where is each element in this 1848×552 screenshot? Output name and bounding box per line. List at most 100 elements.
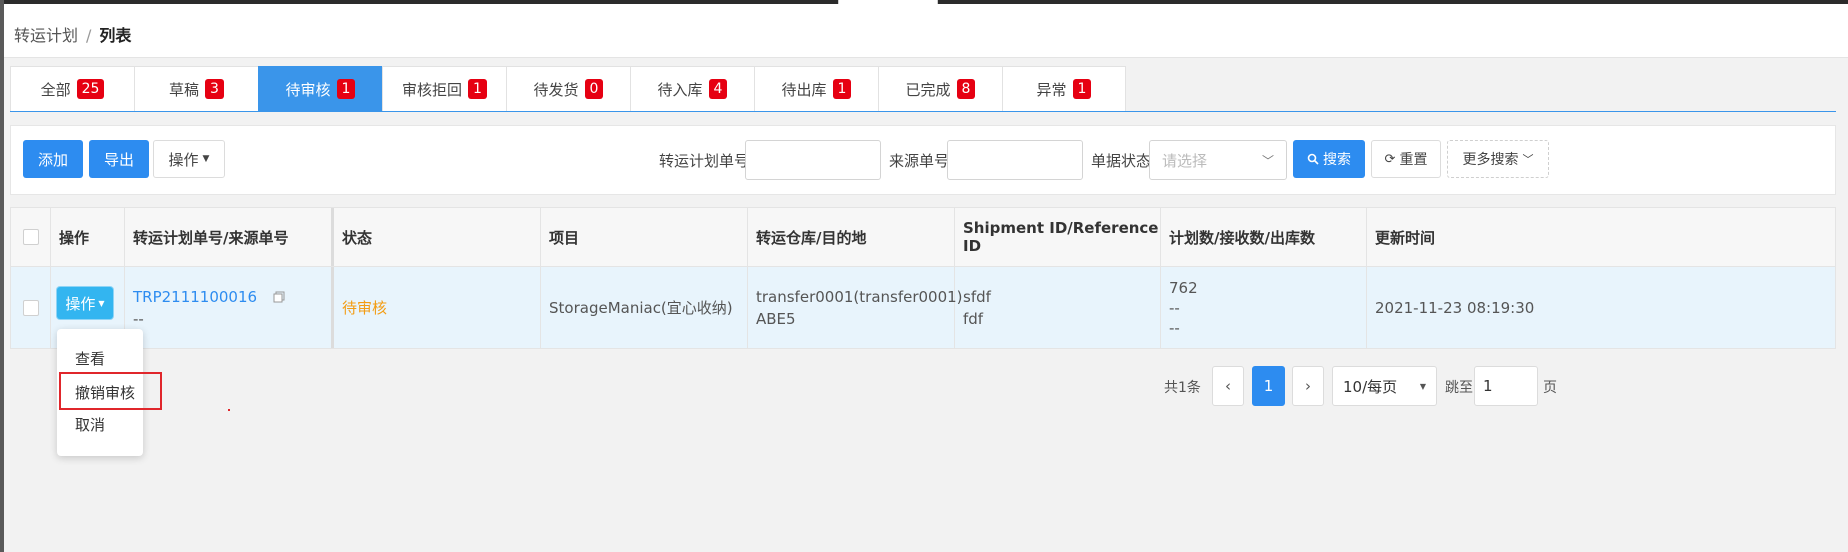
destination-value: ABE5: [756, 309, 796, 328]
source-number-label: 来源单号: [889, 152, 950, 170]
breadcrumb-parent[interactable]: 转运计划: [14, 26, 78, 45]
count-badge: 0: [584, 79, 604, 99]
chevron-down-icon: ﹀: [1522, 153, 1534, 166]
plan-number-input[interactable]: [745, 140, 881, 180]
shipment-id-value: sfdf: [963, 287, 991, 306]
caret-down-icon: ▼: [1419, 381, 1426, 391]
operations-dropdown-button[interactable]: 操作 ▼: [153, 140, 225, 178]
source-number-value: --: [133, 309, 144, 328]
reset-button[interactable]: ⟳ 重置: [1371, 140, 1441, 178]
plan-number-label: 转运计划单号: [659, 152, 750, 170]
reference-id-value: fdf: [963, 309, 984, 328]
row-operations-label: 操作: [65, 294, 96, 313]
header-plan-number: 转运计划单号/来源单号: [125, 208, 333, 266]
left-window-edge: [0, 0, 4, 552]
add-button[interactable]: 添加: [23, 140, 83, 178]
count-badge: 1: [336, 79, 356, 99]
received-count-value: --: [1169, 298, 1180, 317]
transfer-plan-table: 操作 转运计划单号/来源单号 状态 项目 转运仓库/目的地 Shipment I…: [10, 207, 1836, 349]
tab-pending-outbound[interactable]: 待出库 1: [754, 66, 878, 112]
refresh-icon: ⟳: [1384, 151, 1396, 167]
tabs-underline: [10, 111, 1836, 112]
count-badge: 4: [708, 79, 728, 99]
status-select[interactable]: 请选择 ﹀: [1149, 140, 1287, 180]
more-search-label: 更多搜索: [1462, 152, 1519, 168]
highlight-annotation-box: [59, 372, 162, 410]
tab-label: 审核拒回: [402, 80, 463, 99]
more-search-button[interactable]: 更多搜索 ﹀: [1447, 140, 1549, 178]
tab-completed[interactable]: 已完成 8: [878, 66, 1002, 112]
header-status: 状态: [334, 208, 541, 266]
planned-count-value: 762: [1169, 278, 1198, 297]
plan-number-link[interactable]: TRP2111100016: [133, 287, 257, 307]
status-select-placeholder: 请选择: [1162, 151, 1208, 170]
search-label: 搜索: [1323, 152, 1351, 168]
page-1-button[interactable]: 1: [1252, 366, 1285, 406]
tab-pending-ship[interactable]: 待发货 0: [506, 66, 630, 112]
header-shipment-id: Shipment ID/Reference ID: [955, 208, 1161, 266]
row-quantities-cell: 762 -- --: [1161, 267, 1367, 348]
tab-label: 已完成: [905, 80, 951, 99]
count-badge: 1: [832, 79, 852, 99]
tab-label: 待出库: [781, 80, 827, 99]
jump-page-input[interactable]: 1: [1474, 366, 1538, 406]
header-operation: 操作: [51, 208, 125, 266]
total-count: 共1条: [1164, 380, 1201, 396]
count-badge: 1: [468, 79, 487, 99]
table-row[interactable]: TRP2111100016 -- 待审核 StorageManiac(宜心收纳)…: [11, 267, 1835, 348]
tab-label: 待发货: [533, 80, 579, 99]
chevron-right-icon: ›: [1305, 377, 1311, 395]
tab-draft[interactable]: 草稿 3: [134, 66, 258, 112]
row-checkbox[interactable]: [22, 299, 39, 316]
count-badge: 8: [956, 79, 976, 99]
tab-label: 待入库: [657, 80, 703, 99]
table-header: 操作 转运计划单号/来源单号 状态 项目 转运仓库/目的地 Shipment I…: [11, 208, 1835, 267]
breadcrumb: 转运计划 / 列表: [14, 22, 131, 46]
row-shipment-cell: sfdf fdf: [955, 267, 1161, 348]
status-value: 待审核: [342, 299, 388, 317]
menu-item-view[interactable]: 查看: [75, 348, 105, 369]
header-checkbox-cell: [11, 208, 51, 266]
prev-page-button[interactable]: ‹: [1212, 366, 1244, 406]
caret-down-icon: ▼: [98, 298, 105, 308]
header-updated-time: 更新时间: [1375, 228, 1436, 247]
copy-icon[interactable]: [273, 291, 285, 303]
tab-exception[interactable]: 异常 1: [1002, 66, 1126, 112]
shipped-count-value: --: [1169, 318, 1180, 337]
search-button[interactable]: 搜索: [1293, 140, 1365, 178]
tab-label: 全部: [40, 80, 71, 99]
updated-time-value: 2021-11-23 08:19:30: [1375, 298, 1535, 317]
tab-label: 异常: [1036, 80, 1067, 99]
export-button[interactable]: 导出: [89, 140, 149, 178]
header-quantities: 计划数/接收数/出库数: [1161, 208, 1367, 266]
tab-label: 草稿: [169, 80, 200, 99]
tab-pending-review[interactable]: 待审核 1: [258, 66, 382, 112]
search-icon: [1307, 153, 1319, 165]
source-number-input[interactable]: [947, 140, 1083, 180]
page-size-select[interactable]: 10/每页 ▼: [1332, 366, 1437, 406]
jump-label: 跳至: [1445, 380, 1473, 396]
select-all-checkbox[interactable]: [22, 229, 39, 245]
row-checkbox-cell: [11, 267, 51, 348]
page-size-value: 10/每页: [1343, 377, 1398, 396]
page-unit-label: 页: [1543, 380, 1557, 396]
tab-rejected[interactable]: 审核拒回 1: [382, 66, 506, 112]
tab-all[interactable]: 全部 25: [10, 66, 134, 112]
filter-toolbar: 添加 导出 操作 ▼ 转运计划单号 来源单号 单据状态 请选择 ﹀ 搜索 ⟳ 重…: [10, 125, 1836, 195]
count-badge: 25: [76, 79, 105, 99]
row-operations-button[interactable]: 操作 ▼: [57, 287, 113, 319]
count-badge: 3: [205, 79, 224, 99]
project-value: StorageManiac(宜心收纳): [549, 299, 733, 317]
chevron-left-icon: ‹: [1225, 377, 1231, 395]
next-page-button[interactable]: ›: [1292, 366, 1324, 406]
row-updated-cell: 2021-11-23 08:19:30: [1367, 267, 1837, 348]
status-tabs: 全部 25 草稿 3 待审核 1 审核拒回 1 待发货 0 待入库 4 待出库 1 已完成 8 …: [10, 66, 1126, 112]
page-header: 转运计划 / 列表: [4, 4, 1848, 58]
row-status-cell: 待审核: [334, 267, 541, 348]
tab-pending-inbound[interactable]: 待入库 4: [630, 66, 754, 112]
menu-item-cancel[interactable]: 取消: [75, 414, 105, 435]
breadcrumb-current: 列表: [99, 26, 132, 45]
chevron-down-icon: ﹀: [1261, 153, 1274, 168]
row-project-cell: StorageManiac(宜心收纳): [541, 267, 748, 348]
warehouse-value: transfer0001(transfer0001): [756, 287, 963, 306]
